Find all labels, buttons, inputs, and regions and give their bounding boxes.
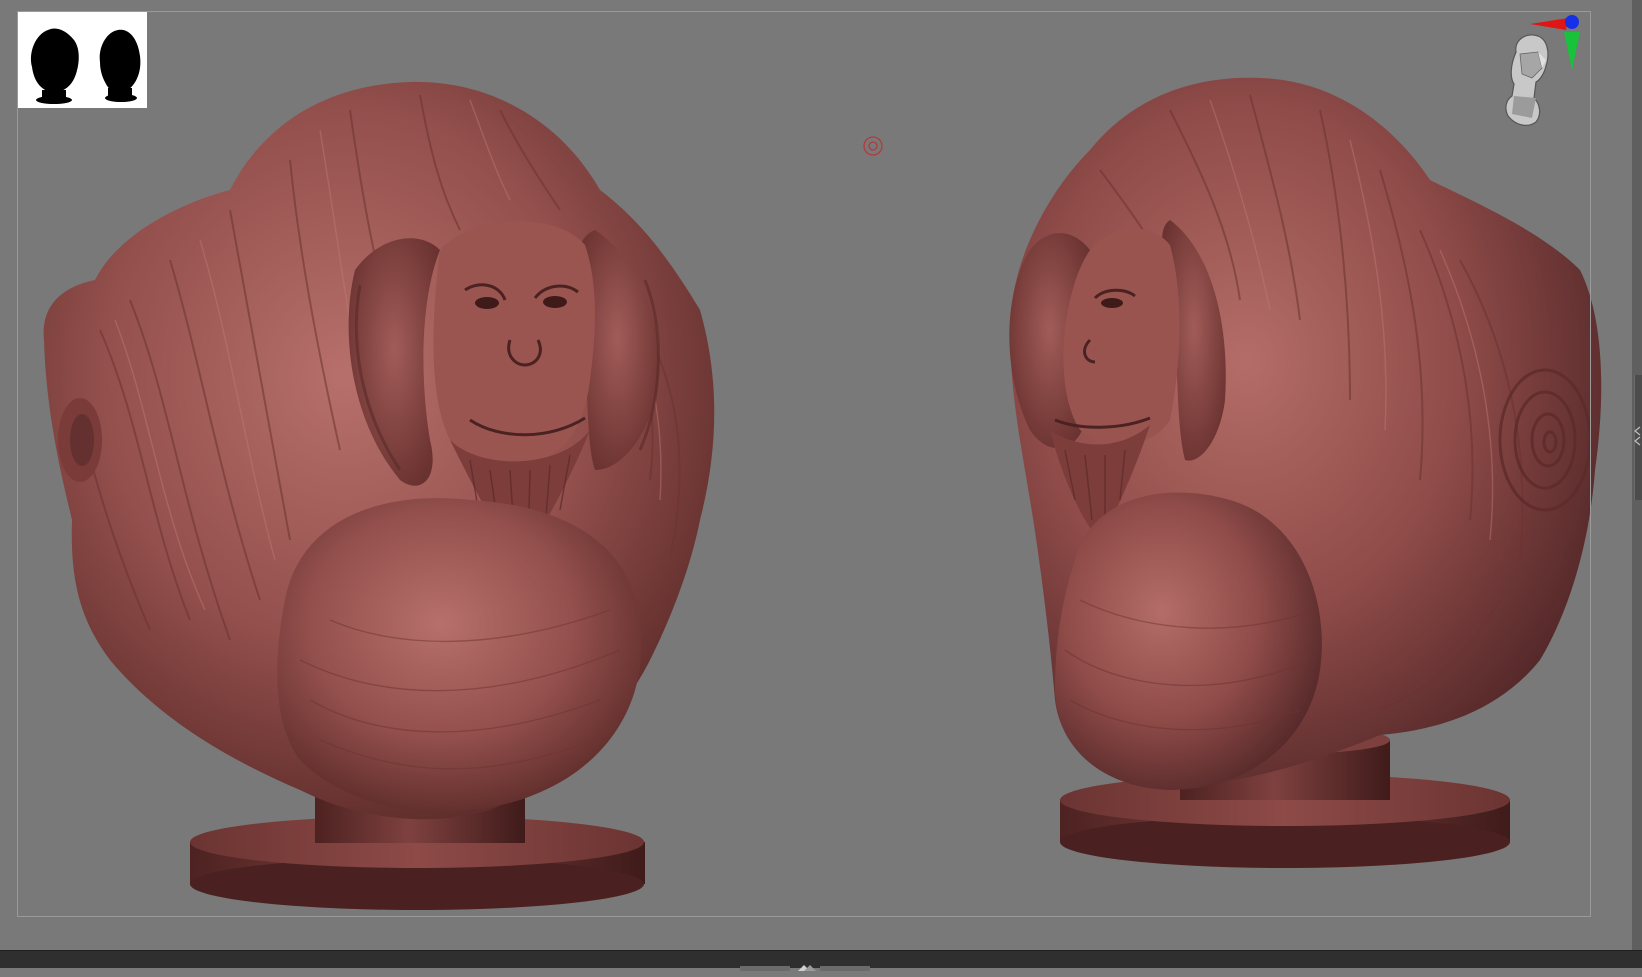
silhouette-preview-icon[interactable] <box>18 12 147 108</box>
pivot-target-icon <box>862 135 884 157</box>
silhouette-side <box>99 29 141 102</box>
silhouette-front <box>30 28 79 104</box>
tray-collapse-icon[interactable] <box>1633 425 1642 447</box>
canvas-border <box>17 11 1591 917</box>
zbrush-viewport-window <box>0 0 1642 971</box>
tray-expand-icon[interactable] <box>740 958 870 971</box>
head-orientation-icon[interactable] <box>1480 8 1580 138</box>
mannequin-head <box>1505 34 1549 126</box>
